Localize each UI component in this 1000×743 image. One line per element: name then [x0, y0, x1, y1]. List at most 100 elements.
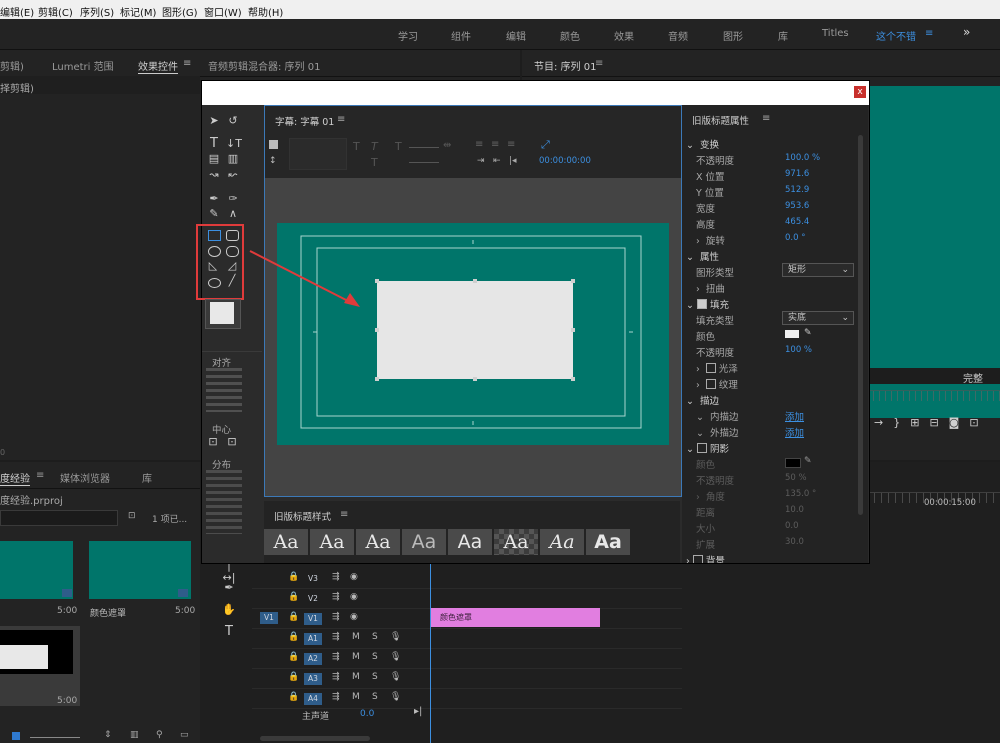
tab-audio-clip-mixer[interactable]: 音频剪辑混合器: 序列 01: [208, 58, 320, 73]
mute-button[interactable]: M: [352, 672, 360, 682]
section-fill[interactable]: ⌄ 填充: [682, 295, 862, 311]
style-sample[interactable]: Aa: [356, 529, 400, 555]
sync-lock-icon[interactable]: ⇶: [332, 572, 340, 582]
lock-icon[interactable]: 🔒: [288, 632, 299, 642]
menu-markers[interactable]: 标记(M): [120, 4, 156, 19]
solo-button[interactable]: S: [372, 632, 378, 642]
workspace-graphics[interactable]: 图形: [723, 28, 743, 43]
texture-checkbox[interactable]: [705, 379, 716, 389]
style-sample[interactable]: Aa: [448, 529, 492, 555]
fill-type-select[interactable]: 实底 ⌄: [782, 311, 854, 325]
solo-button[interactable]: S: [372, 652, 378, 662]
menu-sequence[interactable]: 序列(S): [80, 4, 114, 19]
prop-distort[interactable]: › 扭曲: [682, 279, 862, 295]
workspace-custom[interactable]: 这个不错: [876, 28, 916, 43]
program-monitor-menu-icon[interactable]: ≡: [595, 58, 603, 69]
style-sample[interactable]: Aa: [264, 529, 308, 555]
workspace-color[interactable]: 颜色: [560, 28, 580, 43]
button-editor-icon[interactable]: ⊡: [969, 416, 988, 429]
hand-tool-icon[interactable]: ✋: [222, 604, 236, 616]
solo-button[interactable]: S: [372, 692, 378, 702]
track-a2[interactable]: 🔒 A2 ⇶ M S 🎙: [252, 648, 682, 669]
go-to-end-icon[interactable]: ▸|: [414, 706, 422, 717]
lock-icon[interactable]: 🔒: [288, 572, 299, 582]
style-sample[interactable]: Aa: [494, 529, 538, 555]
section-properties[interactable]: ⌄ 属性: [682, 247, 862, 263]
tab-stops-icon[interactable]: ⇥: [477, 156, 485, 166]
show-video-icon[interactable]: ⇤: [493, 156, 501, 166]
program-time-ruler[interactable]: [867, 390, 1000, 401]
close-button[interactable]: x: [854, 86, 866, 98]
sync-lock-icon[interactable]: ⇶: [332, 652, 340, 662]
automate-icon[interactable]: ▥: [130, 730, 139, 740]
background-checkbox[interactable]: [692, 555, 703, 563]
section-transform[interactable]: ⌄ 变换: [682, 135, 862, 151]
add-outer-stroke-link[interactable]: 添加: [785, 425, 804, 439]
menu-window[interactable]: 窗口(W): [204, 4, 242, 19]
playhead[interactable]: [430, 552, 431, 743]
new-bin-icon[interactable]: ⊡: [128, 511, 136, 521]
tab-effect-controls[interactable]: 效果控件: [138, 58, 178, 74]
tab-libraries[interactable]: 库: [142, 470, 152, 485]
lock-icon[interactable]: 🔒: [288, 612, 299, 622]
pen-tool-icon[interactable]: ✒: [222, 582, 236, 594]
timeline-clip-color-matte[interactable]: 颜色遮罩: [430, 608, 600, 627]
mic-icon[interactable]: 🎙: [390, 692, 401, 702]
mute-button[interactable]: M: [352, 632, 360, 642]
sync-lock-icon[interactable]: ⇶: [332, 612, 340, 622]
background-video-icon[interactable]: |◂: [509, 156, 517, 166]
tab-project[interactable]: 度经验: [0, 470, 30, 486]
fill-checkbox[interactable]: [696, 299, 707, 309]
add-inner-stroke-link[interactable]: 添加: [785, 409, 804, 423]
mic-icon[interactable]: 🎙: [390, 652, 401, 662]
style-sample[interactable]: Aa: [310, 529, 354, 555]
sync-lock-icon[interactable]: ⇶: [332, 592, 340, 602]
solo-button[interactable]: S: [372, 672, 378, 682]
timeline-scrollbar[interactable]: [260, 736, 370, 741]
style-sample[interactable]: Aa: [402, 529, 446, 555]
workspace-learn[interactable]: 学习: [398, 28, 418, 43]
section-background[interactable]: › 背景: [682, 551, 862, 563]
menu-help[interactable]: 帮助(H): [248, 4, 283, 19]
workspace-libraries[interactable]: 库: [778, 28, 788, 43]
leading-field[interactable]: [409, 162, 439, 163]
eye-icon[interactable]: ◉: [350, 572, 358, 582]
menu-edit[interactable]: 编辑(E): [0, 4, 34, 19]
mute-button[interactable]: M: [352, 692, 360, 702]
lock-icon[interactable]: 🔒: [288, 692, 299, 702]
section-shadow[interactable]: ⌄ 阴影: [682, 439, 862, 455]
sort-icon[interactable]: ⇕: [104, 730, 112, 740]
overwrite-icon[interactable]: ⊟: [929, 416, 948, 429]
align-text-right-icon[interactable]: ≡: [507, 139, 515, 150]
center-horizontal-icon[interactable]: ⊡: [206, 436, 220, 448]
eye-icon[interactable]: ◉: [350, 612, 358, 622]
insert-icon[interactable]: ⊞: [910, 416, 929, 429]
shadow-color-swatch[interactable]: [785, 458, 801, 468]
prop-sheen[interactable]: › 光泽: [682, 359, 862, 375]
workspace-effects[interactable]: 效果: [614, 28, 634, 43]
workspace-titles[interactable]: Titles: [822, 28, 849, 39]
sheen-checkbox[interactable]: [705, 363, 716, 373]
section-strokes[interactable]: ⌄ 描边: [682, 391, 862, 407]
prop-texture[interactable]: › 纹理: [682, 375, 862, 391]
new-item-icon[interactable]: ▭: [180, 730, 189, 740]
mic-icon[interactable]: 🎙: [390, 632, 401, 642]
sync-lock-icon[interactable]: ⇶: [332, 672, 340, 682]
lock-icon[interactable]: 🔒: [288, 652, 299, 662]
lock-icon[interactable]: 🔒: [288, 592, 299, 602]
find-icon[interactable]: ⚲: [156, 730, 163, 740]
eyedropper-icon[interactable]: ✎: [804, 328, 812, 338]
title-timecode[interactable]: 00:00:00:00: [539, 156, 591, 166]
zoom-select[interactable]: 完整: [963, 370, 983, 385]
background-video-timecode-icon[interactable]: ⤢: [541, 138, 550, 152]
workspace-menu-icon[interactable]: ≡: [925, 28, 933, 39]
effect-controls-menu-icon[interactable]: ≡: [183, 58, 191, 69]
workspace-assembly[interactable]: 组件: [451, 28, 471, 43]
mute-button[interactable]: M: [352, 652, 360, 662]
graphic-type-select[interactable]: 矩形 ⌄: [782, 263, 854, 277]
align-text-left-icon[interactable]: ≡: [475, 139, 483, 150]
kerning-icon[interactable]: ⇹: [443, 140, 451, 151]
distribute-buttons[interactable]: [206, 470, 242, 534]
track-v3[interactable]: 🔒 V3 ⇶ ◉: [252, 568, 682, 589]
workspace-audio[interactable]: 音频: [668, 28, 688, 43]
